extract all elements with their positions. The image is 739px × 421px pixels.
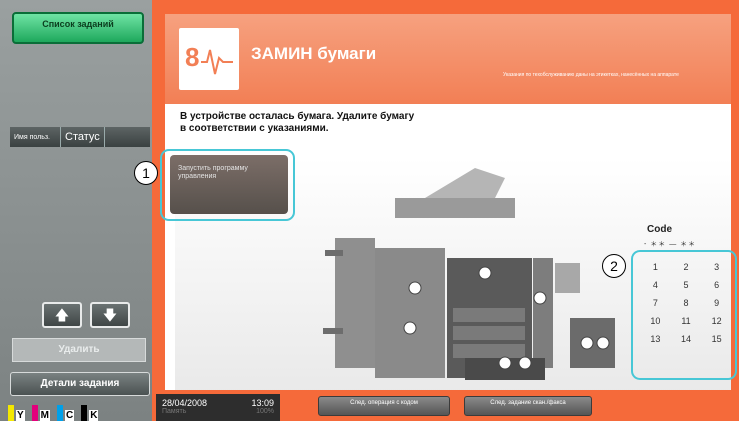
jam-marker: [596, 336, 610, 350]
svg-text:8: 8: [185, 42, 199, 72]
code-entry-display: - ＊＊ ― ＊＊: [644, 241, 697, 248]
code-title: Code: [647, 224, 672, 235]
next-scan-fax-job-button[interactable]: След. задание скан./факса: [464, 396, 592, 416]
side-tray: [555, 263, 580, 293]
toner-m-label: M: [39, 410, 51, 421]
instruction-line-2: в соответствии с указаниями.: [180, 123, 329, 134]
side-unit: [533, 258, 553, 368]
jam-marker: [518, 356, 532, 370]
jam-marker: [498, 356, 512, 370]
toner-m-bar: [31, 405, 38, 421]
memory-label: Память: [162, 408, 187, 415]
jam-marker: [580, 336, 594, 350]
instruction-text: В устройстве осталась бумага. Удалите бу…: [180, 111, 580, 135]
delete-button[interactable]: Удалить: [12, 338, 146, 362]
next-operation-button[interactable]: След. операция с кодом: [318, 396, 450, 416]
toner-k-bar: [81, 405, 88, 421]
jam-marker: [408, 281, 422, 295]
main-body-left: [375, 248, 445, 378]
paper-tray-2: [453, 326, 525, 340]
header: 8 ЗАМИН бумаги Указания по техобслуживан…: [165, 14, 731, 104]
header-note: Указания по техобслуживанию даны на этик…: [503, 72, 679, 78]
toner-c: C: [57, 405, 75, 421]
toner-k-label: K: [89, 410, 99, 421]
toner-c-label: C: [65, 410, 75, 421]
toner-y-label: Y: [16, 410, 25, 421]
document-feeder: [425, 168, 505, 198]
highlight-frame-1: [160, 149, 295, 221]
job-details-button[interactable]: Детали задания: [10, 372, 150, 396]
toner-levels: Y M C K: [8, 400, 105, 421]
user-column-header: Имя польз.: [10, 127, 61, 147]
paper-tray-3: [453, 344, 525, 358]
toner-y: Y: [8, 405, 25, 421]
scroll-up-button[interactable]: 🡅: [42, 302, 82, 328]
jam-marker: [533, 291, 547, 305]
scroll-down-button[interactable]: 🡇: [90, 302, 130, 328]
date-text: 28/04/2008: [162, 398, 208, 408]
finisher-unit: [335, 238, 375, 368]
page-title: ЗАМИН бумаги: [251, 44, 377, 63]
device-screen: Список заданий Имя польз. Статус 🡅 🡇 Уда…: [0, 0, 739, 421]
jam-marker: [403, 321, 417, 335]
output-tray-1: [325, 250, 343, 256]
toner-k: K: [81, 405, 99, 421]
status-column-header: Статус: [61, 127, 105, 147]
datetime-panel: 28/04/2008 13:09 Память 100%: [156, 394, 280, 421]
jam-marker: [478, 266, 492, 280]
job-list-header: Имя польз. Статус: [10, 127, 150, 147]
memory-row: Память 100%: [162, 408, 274, 415]
arrow-down-icon: 🡇: [102, 307, 118, 323]
arrow-up-icon: 🡅: [54, 307, 70, 323]
toner-m: M: [31, 405, 51, 421]
callout-1: 1: [134, 161, 158, 185]
memory-value: 100%: [256, 408, 274, 415]
toner-c-bar: [57, 405, 64, 421]
instruction-line-1: В устройстве осталась бумага. Удалите бу…: [180, 111, 415, 122]
callout-2: 2: [602, 254, 626, 278]
job-list-button[interactable]: Список заданий: [12, 12, 144, 44]
toner-y-bar: [8, 405, 14, 421]
highlight-frame-2: [631, 250, 737, 380]
datetime-row: 28/04/2008 13:09: [162, 398, 274, 408]
paper-jam-logo: 8: [179, 28, 239, 90]
paper-tray-1: [453, 308, 525, 322]
output-tray-2: [323, 328, 343, 334]
scanner-unit: [395, 198, 515, 218]
left-panel: Список заданий Имя польз. Статус 🡅 🡇 Уда…: [0, 0, 152, 421]
time-text: 13:09: [251, 398, 274, 408]
